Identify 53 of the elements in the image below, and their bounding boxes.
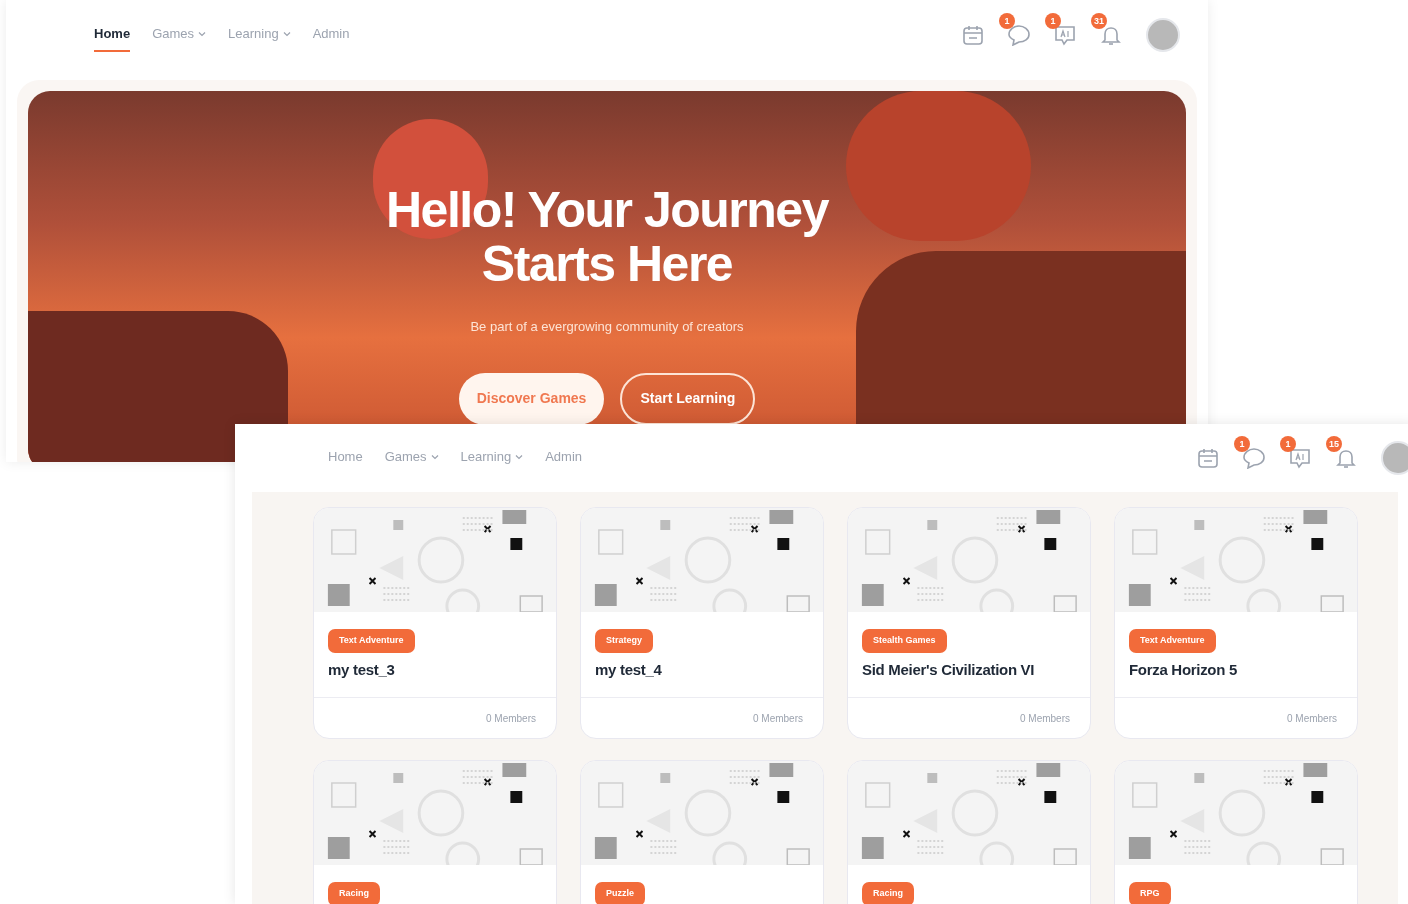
game-card[interactable]: Racing <box>313 760 557 904</box>
game-card[interactable]: Puzzle <box>580 760 824 904</box>
members-count: 0 Members <box>752 711 804 726</box>
genre-tag: Text Adventure <box>1129 629 1216 653</box>
game-card[interactable]: Racing <box>847 760 1091 904</box>
avatar[interactable] <box>1381 441 1408 475</box>
nav-tab[interactable]: Games <box>152 18 207 52</box>
notification-badge: 15 <box>1326 436 1342 452</box>
hero-subtitle: Be part of a evergrowing community of creators <box>470 318 744 336</box>
genre-tag: Stealth Games <box>862 629 947 653</box>
nav-tab[interactable]: Games <box>384 441 439 475</box>
nav-tab[interactable]: Admin <box>545 441 583 475</box>
chat-bubble-icon[interactable] <box>1242 447 1266 469</box>
genre-tag: Racing <box>328 882 380 904</box>
genre-tag: Text Adventure <box>328 629 415 653</box>
chat-bubble-icon[interactable] <box>1007 24 1031 46</box>
calendar-icon[interactable] <box>1197 447 1219 469</box>
notification-badge: 1 <box>1234 436 1250 452</box>
chevron-down-icon <box>198 31 207 37</box>
nav-tab[interactable]: Learning <box>228 18 291 52</box>
game-title: Forza Horizon 5 <box>1129 659 1238 680</box>
members-count: 0 Members <box>1019 711 1071 726</box>
members-count: 0 Members <box>1286 711 1338 726</box>
game-card[interactable]: Stealth Games Sid Meier's Civilization VI 0 Members <box>847 507 1091 739</box>
genre-tag: Racing <box>862 882 914 904</box>
genre-tag: RPG <box>1129 882 1171 904</box>
nav-tab[interactable]: Home <box>94 18 131 52</box>
bell-icon[interactable] <box>1335 447 1357 469</box>
genre-tag: Strategy <box>595 629 653 653</box>
bell-icon[interactable] <box>1100 24 1122 46</box>
game-card[interactable]: RPG <box>1114 760 1358 904</box>
nav-tab[interactable]: Learning <box>460 441 524 475</box>
members-count: 0 Members <box>485 711 537 726</box>
notification-badge: 31 <box>1091 13 1107 29</box>
avatar[interactable] <box>1146 18 1180 52</box>
hero-button[interactable]: Discover Games <box>458 372 605 425</box>
notification-badge: 1 <box>999 13 1015 29</box>
notification-badge: 1 <box>1280 436 1296 452</box>
genre-tag: Puzzle <box>595 882 645 904</box>
game-card[interactable]: Text Adventure Forza Horizon 5 0 Members <box>1114 507 1358 739</box>
nav-tab[interactable]: Admin <box>312 18 350 52</box>
calendar-icon[interactable] <box>962 24 984 46</box>
game-title: Sid Meier's Civilization VI <box>862 659 1036 680</box>
game-card[interactable]: Strategy my test_4 0 Members <box>580 507 824 739</box>
chevron-down-icon <box>430 454 439 460</box>
nav-tab[interactable]: Home <box>328 441 363 475</box>
chevron-down-icon <box>282 31 291 37</box>
game-card[interactable]: Text Adventure my test_3 0 Members <box>313 507 557 739</box>
game-title: my test_3 <box>328 659 396 680</box>
game-title: my test_4 <box>595 659 663 680</box>
hero-title: Hello! Your Journey Starts Here <box>386 183 828 291</box>
chevron-down-icon <box>515 454 524 460</box>
notification-badge: 1 <box>1045 13 1061 29</box>
